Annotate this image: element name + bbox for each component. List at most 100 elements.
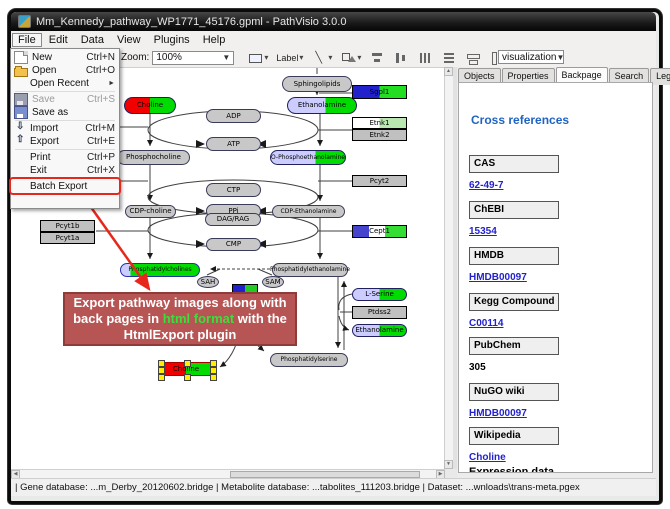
node-cdp-choline[interactable]: CDP-choline (125, 205, 176, 218)
scrollbar-thumb[interactable] (230, 471, 420, 478)
selection-handle[interactable] (210, 374, 217, 381)
zoom-value: 100% (156, 52, 182, 63)
status-text: | Gene database: ...m_Derby_20120602.bri… (11, 482, 580, 493)
node-phosphatidylcholines[interactable]: Phosphatidylcholines (120, 263, 200, 277)
selection-handle[interactable] (158, 374, 165, 381)
shape-tool-button[interactable]: ▾ (339, 50, 362, 66)
selection-handle[interactable] (210, 360, 217, 367)
menu-item-new[interactable]: NewCtrl+N (11, 51, 119, 64)
node-ethanolamine[interactable]: Ethanolamine (287, 97, 357, 114)
new-file-icon (14, 51, 28, 64)
node-pcyt1b[interactable]: Pcyt1b (40, 220, 95, 232)
node-pcyt1a[interactable]: Pcyt1a (40, 232, 95, 244)
node-label: Ethanolamine (355, 327, 403, 334)
app-icon (18, 15, 31, 28)
node-ctp[interactable]: CTP (206, 183, 261, 197)
visualization-combobox[interactable]: visualization ▼ (498, 50, 564, 64)
node-adp[interactable]: ADP (206, 109, 261, 123)
node-choline[interactable]: Choline (124, 97, 176, 114)
menu-item-import[interactable]: ImportCtrl+M (11, 122, 119, 135)
node-atp[interactable]: ATP (206, 137, 261, 151)
selection-handle[interactable] (184, 374, 191, 381)
node-ptdss2[interactable]: Ptdss2 (352, 306, 407, 319)
node-label: Phosphatidylcholines (128, 267, 191, 273)
node-phosphatidylethanolamine[interactable]: Phosphatidylethanolamine (272, 263, 348, 277)
node-l-serine[interactable]: L-Serine (352, 288, 407, 301)
menu-item-export[interactable]: ExportCtrl+E (11, 135, 119, 148)
node-cdp-ethanolamine[interactable]: CDP-Ethanolamine (272, 205, 345, 218)
scroll-up-icon[interactable]: ▲ (444, 67, 453, 76)
shape-tool-icon (340, 50, 356, 66)
line-tool-button[interactable]: ▾ (310, 50, 333, 66)
datanode-tool-button[interactable]: ▾ (246, 50, 269, 66)
xref-link[interactable]: C00114 (469, 318, 644, 329)
node-sgpl1[interactable]: Sgpl1 (352, 85, 407, 99)
match-width-button[interactable] (464, 50, 482, 66)
distribute-vertical-icon (441, 50, 457, 66)
node-sam[interactable]: SAM (262, 276, 284, 288)
align-center-button[interactable] (368, 50, 386, 66)
node-label: ADP (226, 113, 240, 120)
menu-data[interactable]: Data (75, 33, 110, 47)
node-pcyt2[interactable]: Pcyt2 (352, 175, 407, 187)
xref-section-chebi: ChEBI 15354 (469, 201, 644, 237)
node-phosphocholine[interactable]: Phosphocholine (117, 150, 190, 165)
node-sphingolipids[interactable]: Sphingolipids (282, 76, 352, 92)
selection-handle[interactable] (210, 367, 217, 374)
node-cmp[interactable]: CMP (206, 238, 261, 251)
node-phosphatidylserine[interactable]: Phosphatidylserine (270, 353, 348, 367)
toolbar-tools: ▾ Label▾ ▾ ▾ (246, 50, 506, 66)
selection-handle[interactable] (158, 367, 165, 374)
xref-link[interactable]: 62-49-7 (469, 180, 644, 191)
annotation-callout: Export pathway images along with back pa… (63, 292, 297, 346)
node-cept1[interactable]: Cept1 (352, 225, 407, 238)
menu-item-exit[interactable]: ExitCtrl+X (11, 164, 119, 177)
node-etnk2[interactable]: Etnk2 (352, 129, 407, 141)
side-panel: ObjectsPropertiesBackpageSearchLegend Cr… (457, 67, 656, 478)
xref-link[interactable]: HMDB00097 (469, 408, 644, 419)
menu-shortcut: Ctrl+S (87, 94, 115, 105)
zoom-combobox[interactable]: 100% ▼ (152, 51, 234, 65)
menu-edit[interactable]: Edit (43, 33, 74, 47)
xref-section-pubchem: PubChem305 (469, 337, 644, 373)
selection-handle[interactable] (184, 360, 191, 367)
distribute-horizontal-button[interactable] (416, 50, 434, 66)
xref-link[interactable]: Choline (469, 452, 644, 463)
node-label: Ethanolamine (298, 102, 346, 109)
label-tool-button[interactable]: Label▾ (275, 50, 304, 66)
node-dag-rag[interactable]: DAG/RAG (205, 213, 261, 226)
menu-item-batch-export[interactable]: Batch Export (11, 179, 119, 193)
menu-bar: FileEditDataViewPluginsHelp (11, 31, 656, 49)
menu-shortcut: Ctrl+N (86, 52, 115, 63)
selection-handle[interactable] (158, 360, 165, 367)
menu-view[interactable]: View (111, 33, 147, 47)
menu-item-print[interactable]: PrintCtrl+P (11, 151, 119, 164)
xref-link[interactable]: HMDB00097 (469, 272, 644, 283)
chevron-down-icon: ▼ (222, 53, 230, 62)
menu-item-open-recent[interactable]: Open Recent► (11, 77, 119, 90)
title-bar[interactable]: Mm_Kennedy_pathway_WP1771_45176.gpml - P… (11, 12, 656, 31)
node-ethanolamine[interactable]: Ethanolamine (352, 324, 407, 337)
node-label: L-Serine (365, 291, 394, 298)
node-label: SAM (265, 279, 280, 286)
node-etnk1[interactable]: Etnk1 (352, 117, 407, 129)
node-label: CDP-Ethanolamine (281, 209, 337, 215)
menu-help[interactable]: Help (197, 33, 232, 47)
xref-header: CAS (469, 155, 559, 173)
node-choline[interactable]: Choline (160, 362, 212, 376)
align-middle-button[interactable] (392, 50, 410, 66)
node-label: Cept1 (369, 228, 390, 235)
tab-legend[interactable]: Legend (650, 68, 670, 85)
menu-plugins[interactable]: Plugins (148, 33, 196, 47)
scroll-down-icon[interactable]: ▼ (444, 460, 453, 469)
node-sah[interactable]: SAH (197, 276, 219, 288)
xref-link[interactable]: 15354 (469, 226, 644, 237)
distribute-vertical-button[interactable] (440, 50, 458, 66)
menu-file[interactable]: File (12, 33, 42, 47)
menu-item-label: Batch Export (30, 181, 115, 192)
node-label: ATP (227, 141, 240, 148)
xref-header: ChEBI (469, 201, 559, 219)
menu-item-save-as[interactable]: Save as (11, 106, 119, 119)
menu-item-open[interactable]: OpenCtrl+O (11, 64, 119, 77)
node-o-phosphoethanolamine[interactable]: O-Phosphoethanolamine (270, 150, 346, 165)
